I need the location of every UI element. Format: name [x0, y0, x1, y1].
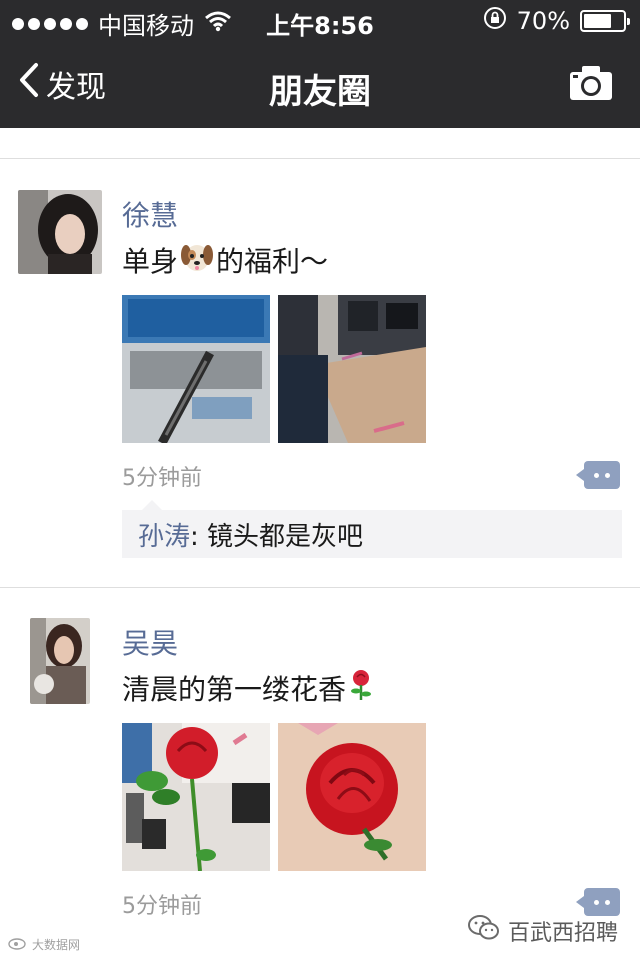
divider: [0, 587, 640, 588]
post-time: 5分钟前: [122, 466, 202, 491]
post-text-end: 的福利～: [216, 245, 329, 278]
rose-emoji-icon: [348, 669, 374, 708]
weibo-logo-icon: [8, 936, 28, 953]
post-text-start: 单身: [122, 245, 179, 278]
post-photo[interactable]: [278, 295, 426, 443]
status-bar: 中国移动 上午8:56 70%: [0, 0, 640, 40]
rotation-lock-icon: [483, 6, 507, 36]
post-photo[interactable]: [122, 723, 270, 871]
source-watermark: 大数据网: [8, 936, 80, 953]
comment-icon: [594, 899, 599, 905]
camera-button[interactable]: [568, 64, 614, 106]
avatar[interactable]: [30, 618, 90, 704]
comment-list: 孙涛 : 镜头都是灰吧: [122, 500, 622, 558]
source-name: 大数据网: [32, 938, 81, 952]
battery-percent: 70%: [516, 7, 570, 35]
page-title: 朋友圈: [269, 72, 371, 112]
comment-text[interactable]: : 镜头都是灰吧: [190, 516, 363, 553]
post-text-body: 清晨的第一缕花香: [122, 673, 347, 706]
battery-icon: [580, 10, 630, 32]
comment-button[interactable]: [576, 461, 620, 489]
post-text: 清晨的第一缕花香: [122, 668, 376, 708]
moments-feed[interactable]: 徐慧 单身 的福利～ 5分钟前 孙涛: 镜头都是灰吧 吴昊 清晨的第一缕花香 …: [0, 128, 640, 960]
dog-emoji-icon: [180, 241, 214, 280]
wechat-logo-icon: [467, 914, 500, 948]
camera-icon: [568, 66, 614, 106]
nav-bar: 发现 朋友圈: [0, 40, 640, 128]
account-name: 百武西招聘: [507, 921, 618, 946]
post-time: 5分钟前: [122, 894, 202, 919]
comment-icon: [594, 472, 599, 478]
divider: [0, 158, 640, 159]
account-watermark: 百武西招聘: [467, 914, 618, 948]
post-photo[interactable]: [278, 723, 426, 871]
post-author-name[interactable]: 徐慧: [122, 194, 178, 234]
avatar[interactable]: [18, 190, 102, 274]
comment-author[interactable]: 孙涛: [138, 516, 190, 553]
post-author-name[interactable]: 吴昊: [122, 622, 178, 662]
post-text: 单身 的福利～: [122, 240, 328, 280]
post-photo[interactable]: [122, 295, 270, 443]
comment-button[interactable]: [576, 888, 620, 916]
